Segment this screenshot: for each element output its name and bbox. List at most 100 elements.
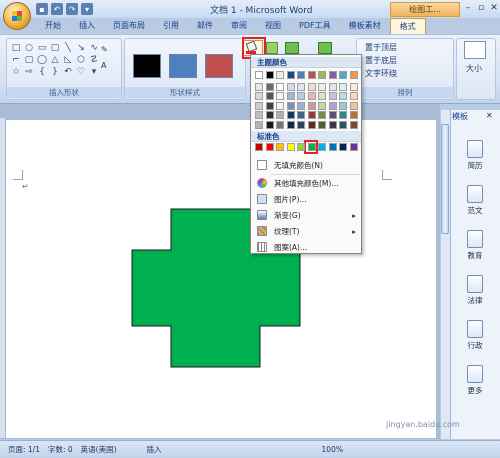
theme-color-swatch[interactable]	[328, 120, 337, 129]
theme-color-swatch[interactable]	[328, 101, 337, 110]
bring-to-front-button[interactable]: 置于顶层	[365, 42, 397, 53]
tab-7[interactable]: PDF工具	[290, 18, 340, 34]
tab-3[interactable]: 引用	[154, 18, 188, 34]
tab-2[interactable]: 页面布局	[104, 18, 154, 34]
template-item[interactable]: 范文	[452, 185, 498, 216]
theme-color-swatch[interactable]	[276, 82, 284, 91]
undo-icon[interactable]: ↶	[51, 3, 63, 15]
standard-color-swatch[interactable]	[286, 143, 295, 151]
status-page[interactable]: 页面: 1/1	[8, 444, 40, 455]
style-swatch-black[interactable]	[133, 54, 161, 78]
theme-color-swatch[interactable]	[339, 71, 347, 79]
customize-qat-icon[interactable]: ▾	[81, 3, 93, 15]
pane-close-icon[interactable]: ✕	[486, 111, 493, 120]
tab-0[interactable]: 开始	[36, 18, 70, 34]
brace-shape-icon[interactable]: {	[37, 67, 47, 77]
curve-shape-icon[interactable]: ∿	[89, 43, 99, 53]
theme-color-swatch[interactable]	[307, 71, 316, 79]
style-swatch-blue[interactable]	[169, 54, 197, 78]
close-icon[interactable]: ✕	[488, 2, 500, 14]
theme-color-swatch[interactable]	[265, 71, 274, 79]
theme-color-swatch[interactable]	[297, 111, 305, 119]
rounded-shape-icon[interactable]: ▢	[24, 55, 34, 65]
standard-color-swatch[interactable]	[265, 143, 274, 151]
theme-color-swatch[interactable]	[265, 101, 274, 110]
theme-color-swatch[interactable]	[328, 92, 337, 100]
redo-icon[interactable]: ↷	[66, 3, 78, 15]
theme-color-swatch[interactable]	[349, 111, 358, 119]
right-triangle-shape-icon[interactable]: ◺	[63, 55, 73, 65]
scrollbar-thumb[interactable]	[441, 124, 449, 234]
tab-9[interactable]: 格式	[389, 18, 426, 34]
tab-8[interactable]: 模板素材	[340, 18, 390, 34]
theme-color-swatch[interactable]	[318, 92, 326, 100]
pattern-fill-item[interactable]: 图案(A)...	[252, 240, 362, 255]
theme-color-swatch[interactable]	[265, 92, 274, 100]
tab-1[interactable]: 插入	[70, 18, 104, 34]
rounded-rect-shape-icon[interactable]: ▭	[37, 43, 47, 53]
template-item[interactable]: 法律	[452, 275, 498, 306]
oval-shape-icon[interactable]: ○	[24, 43, 34, 53]
theme-color-swatch[interactable]	[339, 120, 347, 129]
theme-color-swatch[interactable]	[255, 82, 263, 91]
theme-color-swatch[interactable]	[318, 101, 326, 110]
arrow-shape-icon[interactable]: ↘	[76, 43, 86, 53]
theme-color-swatch[interactable]	[276, 71, 284, 79]
theme-color-swatch[interactable]	[297, 120, 305, 129]
theme-color-swatch[interactable]	[276, 111, 284, 119]
theme-color-swatch[interactable]	[349, 82, 358, 91]
size-icon[interactable]	[464, 41, 486, 59]
theme-color-swatch[interactable]	[265, 120, 274, 129]
theme-color-swatch[interactable]	[339, 92, 347, 100]
theme-color-swatch[interactable]	[255, 101, 263, 110]
standard-color-swatch[interactable]	[318, 143, 326, 151]
tab-4[interactable]: 邮件	[188, 18, 222, 34]
theme-color-swatch[interactable]	[297, 71, 305, 79]
theme-color-swatch[interactable]	[255, 120, 263, 129]
3d-effects-icon[interactable]	[318, 42, 332, 54]
standard-color-swatch[interactable]	[297, 143, 305, 151]
theme-color-swatch[interactable]	[339, 82, 347, 91]
theme-color-swatch[interactable]	[276, 101, 284, 110]
standard-color-green-selected[interactable]	[307, 143, 316, 151]
theme-color-swatch[interactable]	[297, 92, 305, 100]
theme-color-swatch[interactable]	[255, 111, 263, 119]
theme-color-swatch[interactable]	[286, 120, 295, 129]
gradient-fill-item[interactable]: 渐变(G) ▸	[252, 208, 362, 223]
maximize-icon[interactable]: ▫	[475, 2, 487, 14]
more-shapes-icon[interactable]: ▾	[89, 67, 99, 77]
theme-color-swatch[interactable]	[265, 111, 274, 119]
texture-fill-item[interactable]: 纹理(T) ▸	[252, 224, 362, 239]
tab-5[interactable]: 审阅	[222, 18, 256, 34]
text-box-icon[interactable]: A	[101, 61, 106, 70]
hexagon-shape-icon[interactable]: ⬡	[76, 55, 86, 65]
theme-color-swatch[interactable]	[339, 101, 347, 110]
style-swatch-red[interactable]	[205, 54, 233, 78]
theme-color-swatch[interactable]	[318, 82, 326, 91]
save-icon[interactable]: ▪	[36, 3, 48, 15]
shape-effects-icon[interactable]	[266, 42, 278, 54]
rectangle-shape-icon[interactable]: □	[11, 43, 21, 53]
elbow-shape-icon[interactable]: ⌐	[11, 55, 21, 65]
template-item[interactable]: 行政	[452, 320, 498, 351]
theme-color-swatch[interactable]	[307, 111, 316, 119]
text-wrapping-button[interactable]: 文字环绕	[365, 68, 397, 79]
theme-color-swatch[interactable]	[265, 82, 274, 91]
theme-color-swatch[interactable]	[297, 82, 305, 91]
theme-color-swatch[interactable]	[276, 92, 284, 100]
standard-color-swatch[interactable]	[255, 143, 263, 151]
standard-color-swatch[interactable]	[339, 143, 347, 151]
status-words[interactable]: 字数: 0	[48, 444, 73, 455]
heart-shape-icon[interactable]: ♡	[76, 67, 86, 77]
template-item[interactable]: 更多	[452, 365, 498, 396]
edit-shape-icon[interactable]: ✎	[101, 45, 108, 54]
theme-color-swatch[interactable]	[349, 101, 358, 110]
rect-shape-icon[interactable]: ▢	[50, 43, 60, 53]
shapes-gallery[interactable]: □ ○ ▭ ▢ ╲ ↘ ∿ ⌐ ▢ ◯ △ ◺ ⬡ ☡ ☆ ⇨ { } ↶ ♡ …	[11, 43, 98, 77]
arrow-right-shape-icon[interactable]: ⇨	[24, 67, 34, 77]
theme-color-swatch[interactable]	[286, 101, 295, 110]
theme-color-swatch[interactable]	[286, 92, 295, 100]
theme-color-swatch[interactable]	[307, 101, 316, 110]
standard-color-swatch[interactable]	[276, 143, 284, 151]
standard-color-swatch[interactable]	[349, 143, 358, 151]
